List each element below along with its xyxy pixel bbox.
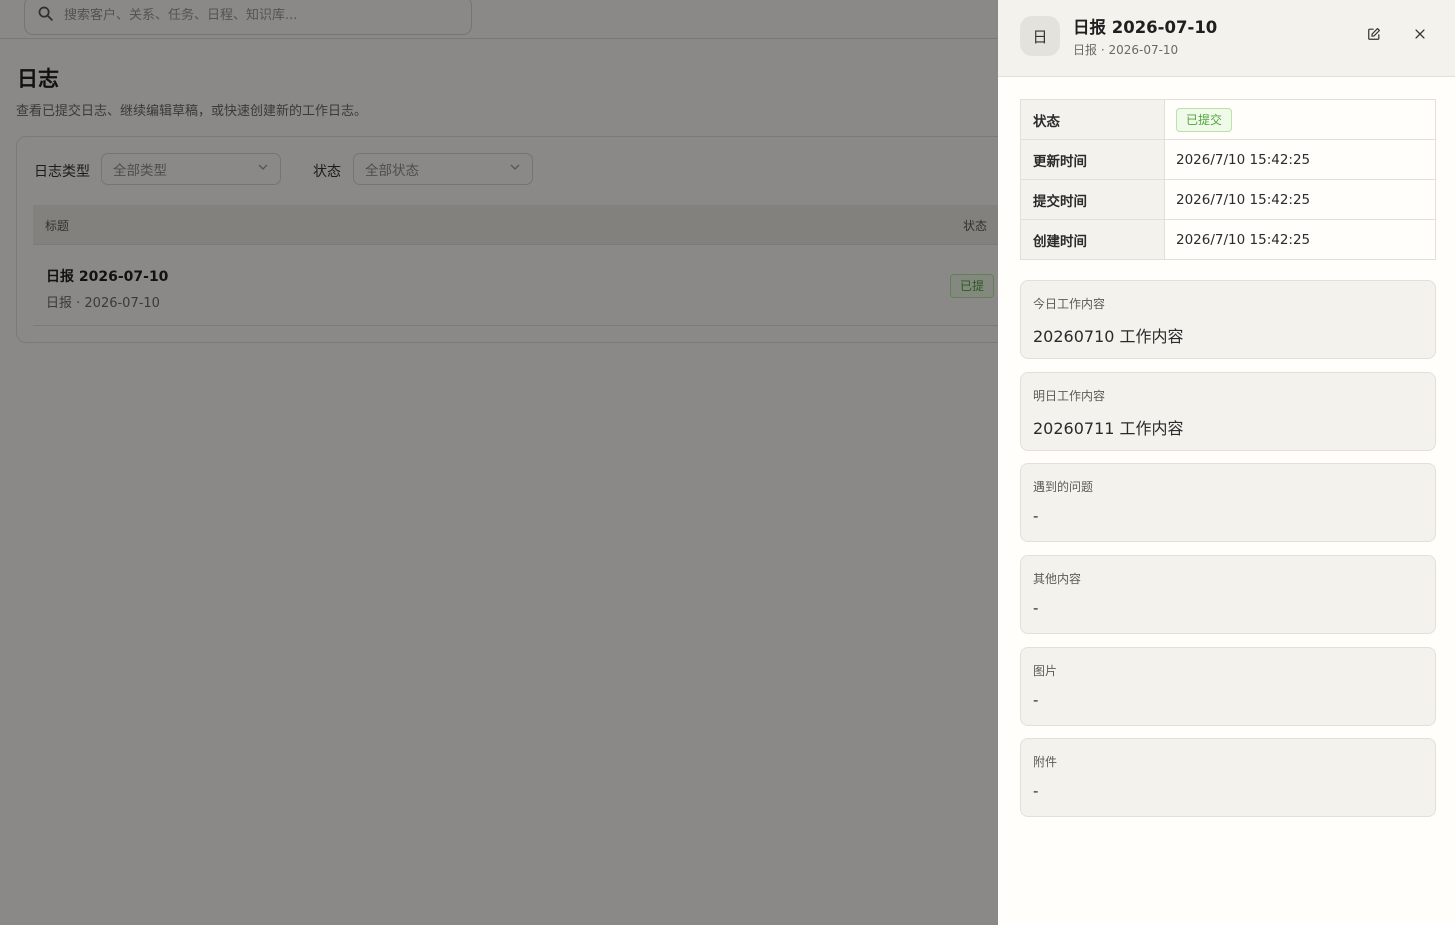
section-label: 其他内容 xyxy=(1033,572,1082,586)
info-value: 2026/7/10 15:42:25 xyxy=(1164,179,1436,220)
info-table: 状态 已提交 更新时间 2026/7/10 15:42:25 提交时间 2026… xyxy=(1020,99,1436,260)
section-value: - xyxy=(1033,507,1039,525)
info-value: 2026/7/10 15:42:25 xyxy=(1164,219,1436,260)
section-label: 今日工作内容 xyxy=(1033,297,1106,311)
edit-button[interactable] xyxy=(1363,24,1385,46)
info-key: 提交时间 xyxy=(1020,179,1165,220)
section-value: - xyxy=(1033,691,1039,709)
edit-icon xyxy=(1367,26,1381,45)
info-key: 更新时间 xyxy=(1020,139,1165,180)
section-images: 图片 - xyxy=(1020,647,1436,726)
close-button[interactable] xyxy=(1409,24,1431,46)
log-detail-drawer: 日 日报 2026-07-10 日报 · 2026-07-10 状态 已提交 更… xyxy=(998,0,1455,925)
section-label: 图片 xyxy=(1033,664,1058,678)
info-value: 2026/7/10 15:42:25 xyxy=(1164,139,1436,180)
section-value: - xyxy=(1033,782,1039,800)
info-key: 创建时间 xyxy=(1020,219,1165,260)
section-value: 20260710 工作内容 xyxy=(1033,327,1184,346)
drawer-subtitle: 日报 · 2026-07-10 xyxy=(1073,43,1179,57)
section-problems: 遇到的问题 - xyxy=(1020,463,1436,542)
info-key: 状态 xyxy=(1020,99,1165,140)
section-label: 附件 xyxy=(1033,755,1058,769)
status-badge: 已提交 xyxy=(1176,107,1233,132)
info-row-submitted: 提交时间 2026/7/10 15:42:25 xyxy=(1020,179,1436,220)
info-row-updated: 更新时间 2026/7/10 15:42:25 xyxy=(1020,139,1436,180)
section-value: - xyxy=(1033,599,1039,617)
section-today-work: 今日工作内容 20260710 工作内容 xyxy=(1020,280,1436,359)
drawer-title: 日报 2026-07-10 xyxy=(1073,18,1218,37)
info-row-created: 创建时间 2026/7/10 15:42:25 xyxy=(1020,219,1436,260)
avatar: 日 xyxy=(1020,16,1060,56)
close-icon xyxy=(1413,26,1427,45)
section-attachments: 附件 - xyxy=(1020,738,1436,817)
section-other: 其他内容 - xyxy=(1020,555,1436,634)
drawer-header: 日 日报 2026-07-10 日报 · 2026-07-10 xyxy=(998,0,1455,77)
section-label: 遇到的问题 xyxy=(1033,480,1094,494)
section-value: 20260711 工作内容 xyxy=(1033,419,1184,438)
info-row-status: 状态 已提交 xyxy=(1020,99,1436,140)
section-label: 明日工作内容 xyxy=(1033,389,1106,403)
section-tomorrow-work: 明日工作内容 20260711 工作内容 xyxy=(1020,372,1436,451)
